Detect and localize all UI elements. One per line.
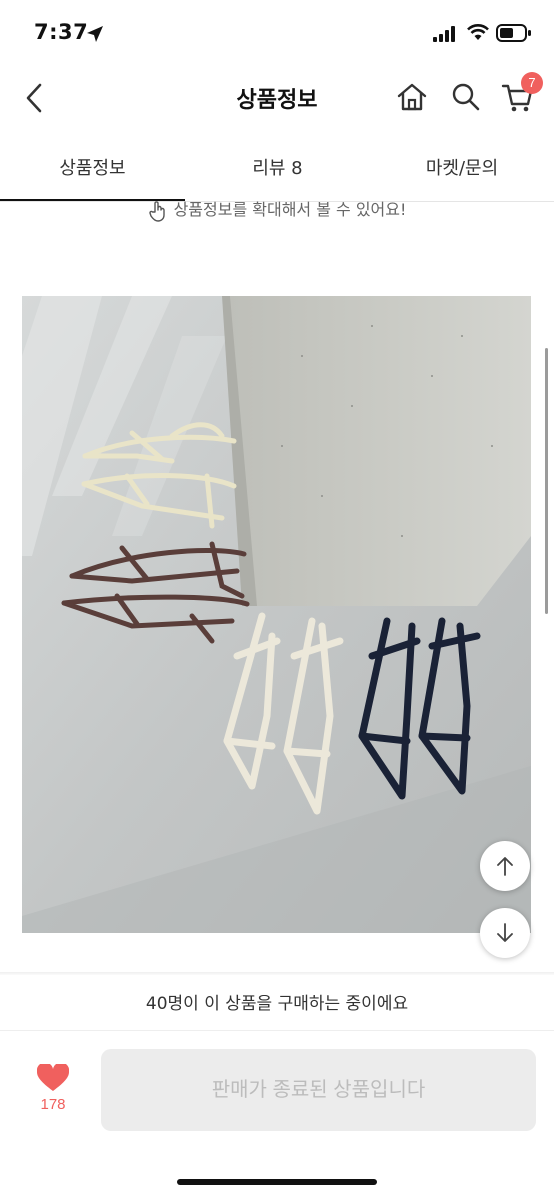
purchase-activity-note: 40명이 이 상품을 구매하는 중이에요 [0,975,554,1031]
arrow-up-icon [497,857,513,876]
home-icon[interactable] [396,82,428,112]
battery-icon [496,24,531,42]
arrow-down-icon [497,923,513,942]
zoom-hint: 상품정보를 확대해서 볼 수 있어요! [0,196,554,222]
tab-reviews[interactable]: 리뷰 8 [185,154,370,180]
tab-market-inquiry[interactable]: 마켓/문의 [370,154,554,180]
status-time: 7:37 [34,20,89,44]
product-photo [22,296,531,933]
cellular-signal-icon [433,26,455,42]
sold-out-button[interactable]: 판매가 종료된 상품입니다 [101,1049,536,1131]
heart-icon[interactable] [37,1064,69,1092]
scroll-up-button[interactable] [480,841,530,891]
tab-bar: 상품정보 리뷰 8 마켓/문의 [0,140,554,202]
scrollbar[interactable] [545,348,548,614]
home-indicator[interactable] [177,1179,377,1185]
status-bar: 7:37 [0,0,554,62]
cart-count-badge: 7 [521,72,543,94]
hand-pointer-icon [148,200,165,222]
scroll-down-button[interactable] [480,908,530,958]
zoom-hint-text: 상품정보를 확대해서 볼 수 있어요! [173,200,407,219]
location-arrow-icon [87,26,103,42]
header: 상품정보 [0,62,554,132]
tab-product-info[interactable]: 상품정보 [0,154,185,180]
like-count: 178 [40,1096,66,1113]
product-image[interactable] [22,296,531,933]
wifi-icon [467,24,489,40]
search-icon[interactable] [451,82,481,112]
